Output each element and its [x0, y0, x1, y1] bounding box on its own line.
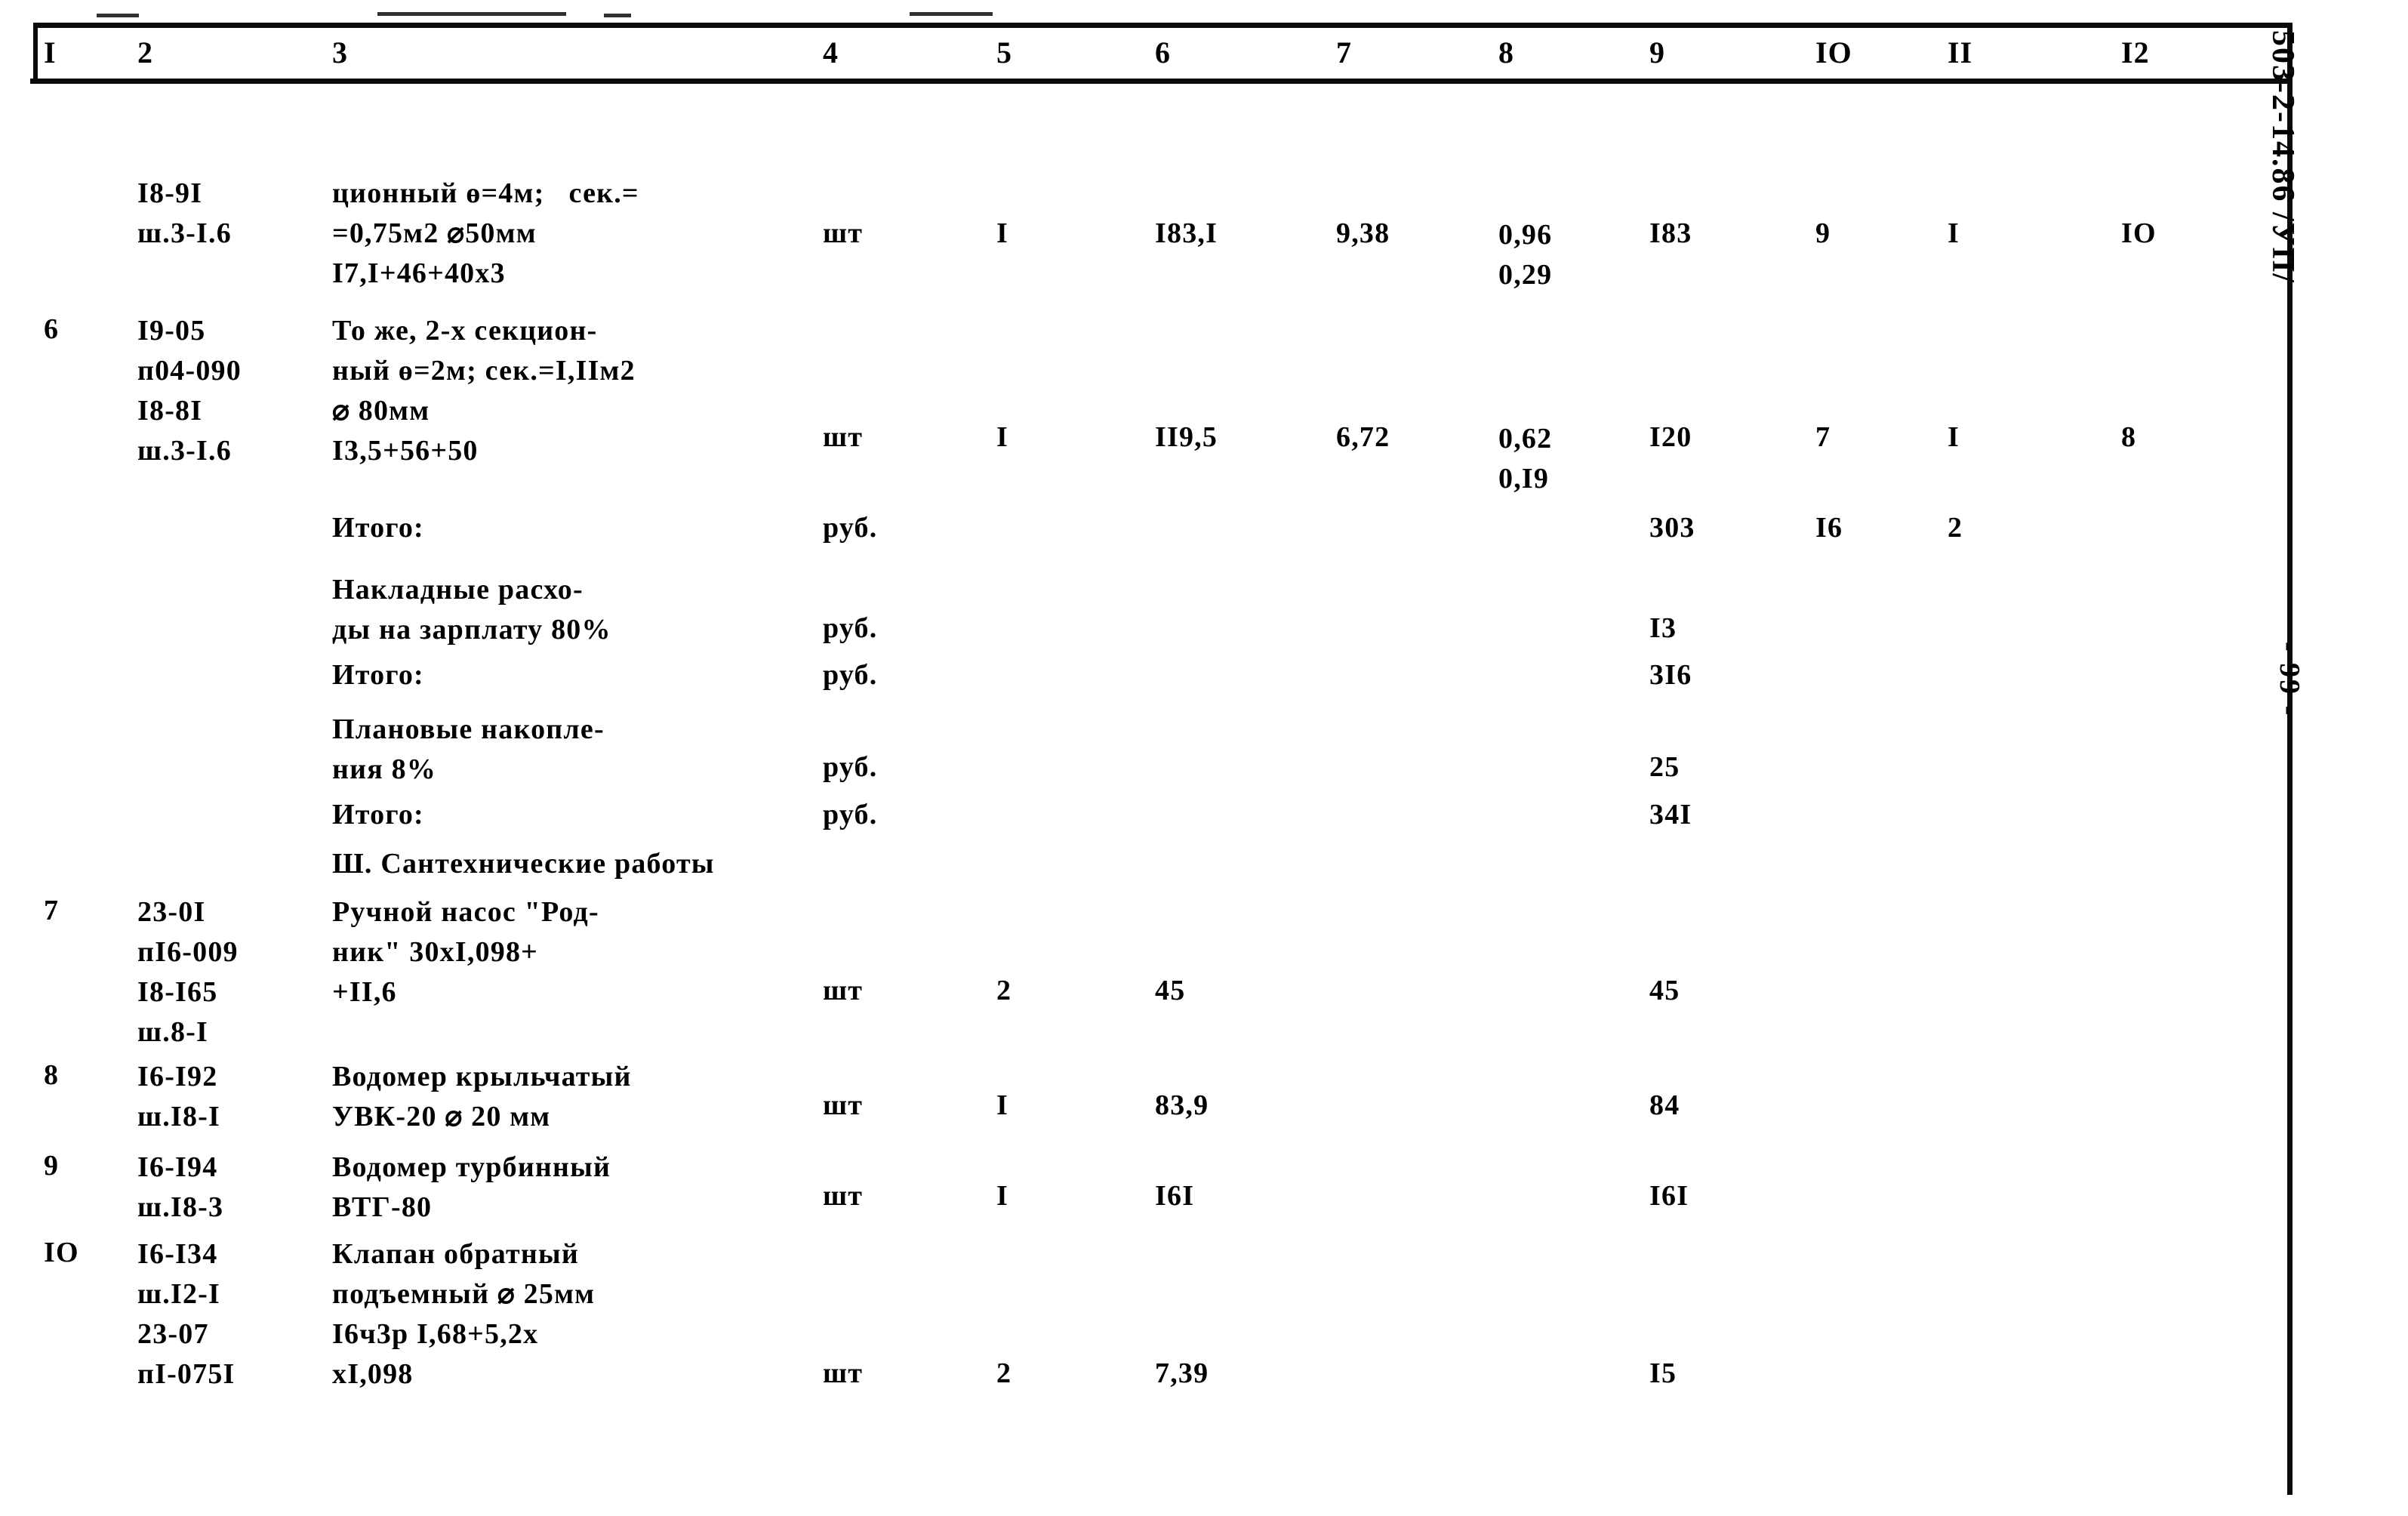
table-row-col8: 0,96 0,29 — [1498, 219, 1553, 291]
table-row-col9: 84 — [1649, 1089, 1680, 1121]
table-row-number: IO — [44, 1237, 79, 1268]
table-row-description: Итого: — [332, 799, 424, 830]
table-row-col9: 303 — [1649, 512, 1695, 544]
column-header-9: 9 — [1649, 35, 1665, 69]
column-header-6: 6 — [1155, 35, 1171, 69]
table-row-description: Итого: — [332, 659, 424, 691]
table-row-col11: I — [1948, 217, 1960, 249]
scan-artifact-mark — [604, 14, 631, 17]
table-row-col7: 9,38 — [1336, 217, 1390, 249]
column-header-2: 2 — [137, 35, 153, 69]
table-row-description: Итого: — [332, 512, 424, 544]
table-row-col6: 45 — [1155, 975, 1186, 1006]
table-row-col6: 7,39 — [1155, 1357, 1209, 1389]
scan-artifact-mark — [377, 12, 566, 16]
table-row-col9: I5 — [1649, 1357, 1677, 1389]
table-row-col10: 9 — [1815, 217, 1831, 249]
table-row-unit: шт — [823, 1180, 864, 1212]
table-row-unit: руб. — [823, 512, 878, 544]
column-header-10: IO — [1815, 35, 1852, 69]
table-left-tick — [33, 23, 38, 82]
table-row-unit: шт — [823, 1089, 864, 1121]
table-row-unit: шт — [823, 421, 864, 453]
table-row-col12: IO — [2121, 217, 2157, 249]
table-row-description: Клапан обратный подъемный ⌀ 25мм I6ч3р I… — [332, 1238, 596, 1390]
table-row-number: 8 — [44, 1059, 60, 1091]
table-row-code: I9-05 п04-090 I8-8I ш.3-I.6 — [137, 315, 242, 467]
scan-artifact-mark — [910, 12, 993, 16]
table-row-unit: шт — [823, 1357, 864, 1389]
table-row-col6: I83,I — [1155, 217, 1218, 249]
table-row-unit: руб. — [823, 751, 878, 783]
document-side-code: 503-2-14.86 /УП/ — [2265, 30, 2300, 284]
table-row-unit: шт — [823, 217, 864, 249]
table-row-col9: I3 — [1649, 612, 1677, 644]
table-top-border — [36, 23, 2289, 28]
table-row-code: 23-0I пI6-009 I8-I65 ш.8-I — [137, 896, 239, 1048]
table-row-qty: 2 — [996, 1357, 1012, 1389]
table-row-description: Накладные расхо- ды на зарплату 80% — [332, 574, 611, 646]
table-row-col8: 0,62 0,I9 — [1498, 423, 1553, 495]
table-row-code: I8-9I ш.3-I.6 — [137, 177, 232, 249]
table-row-unit: руб. — [823, 659, 878, 691]
table-row-col9: I83 — [1649, 217, 1692, 249]
table-row-number: 9 — [44, 1150, 60, 1182]
table-row-col10: 7 — [1815, 421, 1831, 453]
table-row-qty: I — [996, 1089, 1008, 1121]
table-row-description: ционный ө=4м; сек.= =0,75м2 ⌀50мм I7,I+4… — [332, 177, 639, 289]
table-row-number: 7 — [44, 895, 60, 926]
scan-artifact-mark — [97, 14, 139, 17]
column-header-8: 8 — [1498, 35, 1514, 69]
column-header-7: 7 — [1336, 35, 1352, 69]
table-row-col7: 6,72 — [1336, 421, 1390, 453]
table-row-description: Водомер турбинный ВТГ-80 — [332, 1151, 611, 1223]
table-row-col6: II9,5 — [1155, 421, 1218, 453]
table-row-unit: руб. — [823, 799, 878, 830]
table-row-qty: 2 — [996, 975, 1012, 1006]
table-row-code: I6-I34 ш.I2-I 23-07 пI-075I — [137, 1238, 236, 1390]
table-row-col11: I — [1948, 421, 1960, 453]
table-row-qty: I — [996, 1180, 1008, 1212]
table-row-qty: I — [996, 421, 1008, 453]
table-header-border — [30, 79, 2291, 84]
table-row-unit: руб. — [823, 612, 878, 644]
table-row-col9: 45 — [1649, 975, 1680, 1006]
column-header-12: I2 — [2121, 35, 2150, 69]
table-row-col12: 8 — [2121, 421, 2137, 453]
table-row-description: Ручной насос "Род- ник" 30хI,098+ +II,6 — [332, 896, 599, 1008]
table-row-col9: I6I — [1649, 1180, 1689, 1212]
table-row-code: I6-I94 ш.I8-3 — [137, 1151, 224, 1223]
table-row-number: 6 — [44, 313, 60, 345]
column-header-5: 5 — [996, 35, 1012, 69]
table-row-col11: 2 — [1948, 512, 1963, 544]
column-header-4: 4 — [823, 35, 839, 69]
column-header-3: 3 — [332, 35, 348, 69]
table-row-unit: шт — [823, 975, 864, 1006]
table-row-qty: I — [996, 217, 1008, 249]
table-row-description: Водомер крыльчатый УВК-20 ⌀ 20 мм — [332, 1061, 632, 1132]
table-row-description: Плановые накопле- ния 8% — [332, 713, 605, 785]
table-row-col9: 34I — [1649, 799, 1692, 830]
column-header-11: II — [1948, 35, 1973, 69]
table-row-col9: 25 — [1649, 751, 1680, 783]
table-row-col6: 83,9 — [1155, 1089, 1209, 1121]
document-page-marker: - 99 - — [2274, 642, 2305, 718]
table-row-description: То же, 2-х секцион- ный ө=2м; сек.=I,IIм… — [332, 315, 636, 467]
table-row-col10: I6 — [1815, 512, 1843, 544]
table-row-code: I6-I92 ш.I8-I — [137, 1061, 221, 1132]
scanned-document-page: I 2 3 4 5 6 7 8 9 IO II I2 I8-9I ш.3-I.6… — [0, 0, 2408, 1516]
section-heading: Ш. Сантехнические работы — [332, 848, 715, 880]
table-row-col9: I20 — [1649, 421, 1692, 453]
table-row-col9: 3I6 — [1649, 659, 1692, 691]
table-row-col6: I6I — [1155, 1180, 1195, 1212]
column-header-1: I — [44, 35, 57, 69]
